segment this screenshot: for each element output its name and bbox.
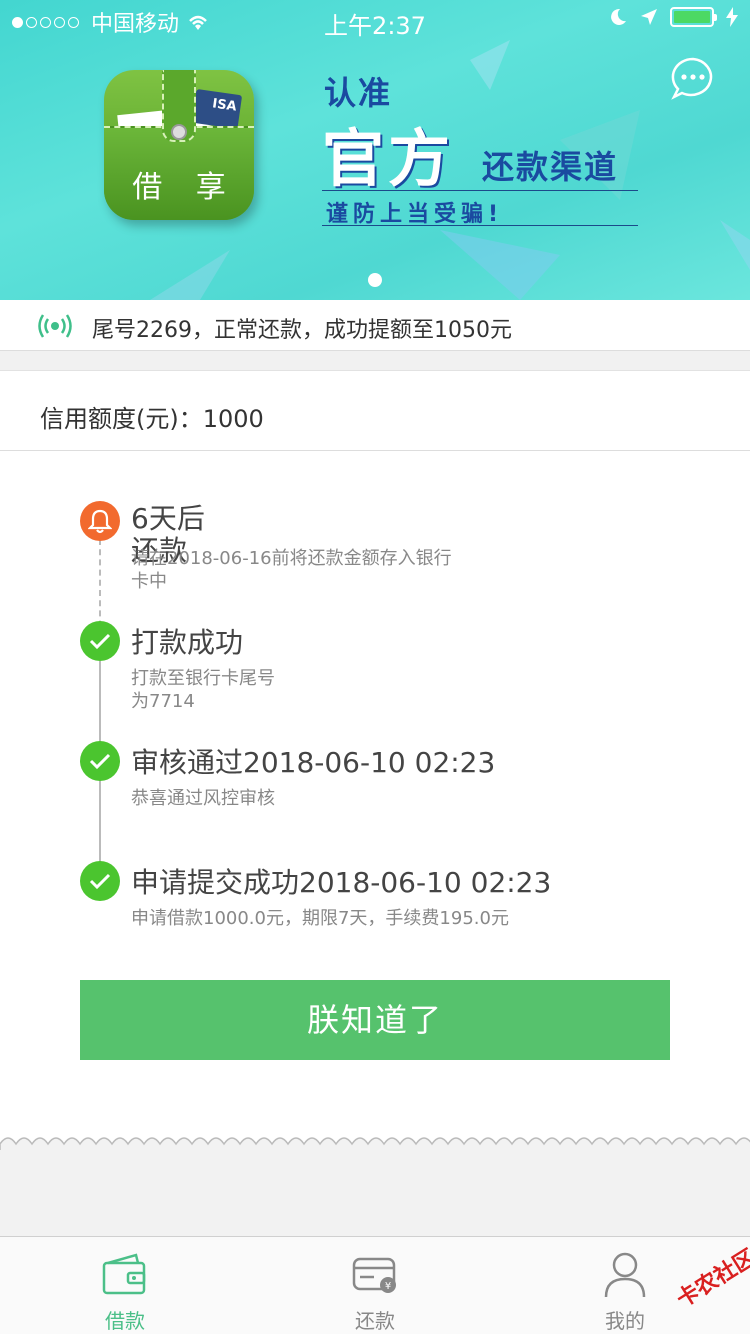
svg-text:¥: ¥ (385, 1281, 391, 1292)
notice-text: 尾号2269，正常还款，成功提额至1050元 (92, 318, 512, 343)
location-arrow-icon (641, 9, 657, 25)
app-logo-name: 借 享 (132, 170, 238, 205)
slogan-line2: 官方 (322, 122, 455, 195)
step-title: 申请提交成功2018-06-10 02:23 (131, 866, 552, 899)
tab-borrow[interactable]: 借款 (0, 1237, 250, 1334)
app-logo: ISA 借 享 (104, 70, 254, 220)
slogan-line3: 还款渠道 (482, 148, 619, 186)
charging-icon (726, 7, 738, 27)
user-icon (604, 1252, 646, 1298)
slogan-line4: 谨防上当受骗! (326, 202, 504, 227)
step-desc: 打款至银行卡尾号 (131, 668, 275, 689)
check-icon (80, 741, 120, 781)
repay-card-icon: ¥ (352, 1257, 396, 1293)
step-desc: 申请借款1000.0元，期限7天，手续费195.0元 (131, 908, 509, 929)
visa-card: ISA (191, 88, 243, 130)
tab-repay[interactable]: ¥ 还款 (250, 1237, 500, 1334)
credit-limit-text: 信用额度(元)：1000 (40, 405, 264, 433)
acknowledge-button[interactable]: 朕知道了 (80, 980, 670, 1060)
tab-label: 我的 (605, 1309, 645, 1333)
repayment-notice-bar: 尾号2269，正常还款，成功提额至1050元 (0, 300, 750, 351)
step-desc: 请在2018-06-16前将还款金额存入银行卡中 (131, 548, 452, 592)
step-desc: 为7714 (131, 691, 195, 712)
credit-limit-row: 信用额度(元)：1000 (0, 371, 750, 451)
check-icon (80, 621, 120, 661)
chat-bubble-icon[interactable] (670, 56, 716, 100)
step-title: 审核通过2018-06-10 02:23 (131, 746, 496, 779)
banner-slogan: 认准 官方 还款渠道 谨防上当受骗! (322, 66, 638, 227)
step-desc: 恭喜通过风控审核 (131, 788, 275, 809)
broadcast-icon (38, 314, 72, 338)
wallet-icon (102, 1253, 146, 1295)
section-gap (0, 351, 750, 371)
slogan-divider (322, 225, 638, 226)
status-bar: 中国移动 上午2:37 (0, 0, 750, 40)
slogan-divider (322, 190, 638, 191)
carousel-indicator[interactable] (368, 273, 382, 287)
moon-icon (611, 8, 626, 25)
bell-icon (80, 501, 120, 541)
step-title: 打款成功 (131, 626, 244, 659)
promo-banner[interactable]: 中国移动 上午2:37 ISA 借 享 认准 官方 还款渠道 谨防上当受骗! (0, 0, 750, 300)
check-icon (80, 861, 120, 901)
loan-progress-timeline: 6天后还款 请在2018-06-16前将还款金额存入银行卡中 打款成功 打款至银… (0, 451, 750, 1141)
footer-spacer (0, 1150, 750, 1236)
tab-label: 借款 (105, 1309, 145, 1333)
tab-label: 还款 (355, 1309, 395, 1333)
battery-icon (670, 7, 717, 27)
bottom-tab-bar: 借款 ¥ 还款 我的 (0, 1236, 750, 1334)
